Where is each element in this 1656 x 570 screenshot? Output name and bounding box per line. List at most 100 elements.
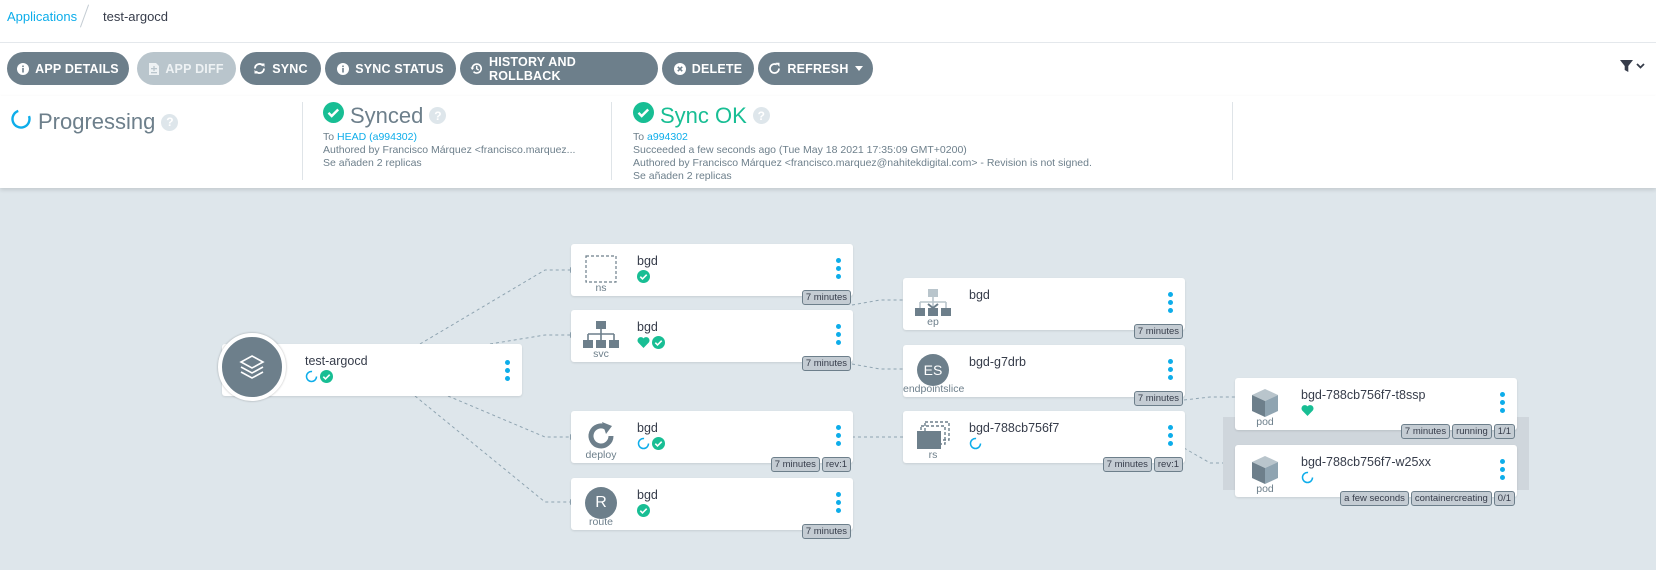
node-name: bgd <box>637 488 658 502</box>
node-pod-bgd-788cb756f7-t8ssp[interactable]: pod bgd-788cb756f7-t8ssp 7 minutes runni… <box>1235 378 1517 439</box>
node-tags: 7 minutes <box>1133 324 1183 339</box>
refresh-label: REFRESH <box>787 61 849 76</box>
phase-tag: containercreating <box>1410 491 1492 506</box>
app-details-button[interactable]: APP DETAILS <box>7 52 129 85</box>
caret-down-icon <box>854 66 863 71</box>
node-tags: 7 minutes running 1/1 <box>1400 424 1515 439</box>
node-menu-button[interactable] <box>836 324 841 345</box>
node-ns-bgd[interactable]: ns bgd 7 minutes <box>571 244 853 305</box>
breadcrumb-current: test-argocd <box>103 9 169 24</box>
route-icon: R <box>583 487 619 519</box>
node-kind: deploy <box>585 449 617 461</box>
age-tag: 7 minutes <box>1133 391 1183 406</box>
filter-icon <box>1620 60 1645 72</box>
sync-button[interactable]: SYNC <box>240 52 321 85</box>
delete-button[interactable]: DELETE <box>662 52 754 85</box>
operation-succeeded-text: Succeeded a few seconds ago (Tue May 18 … <box>633 144 967 156</box>
node-kind: ns <box>595 282 607 294</box>
node-menu-button[interactable] <box>836 258 841 279</box>
node-tags: 7 minutes <box>1133 391 1183 406</box>
synced-check-icon <box>323 102 344 129</box>
replicaset-icon <box>915 420 951 452</box>
node-ep-bgd[interactable]: ep bgd 7 minutes <box>903 278 1185 339</box>
namespace-icon <box>583 253 619 285</box>
route-icon-letter: R <box>585 487 617 519</box>
node-name: bgd-788cb756f7-w25xx <box>1301 455 1431 469</box>
node-menu-button[interactable] <box>1168 425 1173 446</box>
refresh-icon <box>768 62 781 75</box>
node-name: bgd-788cb756f7 <box>969 421 1060 435</box>
node-tags: 7 minutes <box>801 356 851 371</box>
breadcrumb-applications-link[interactable]: Applications <box>7 9 77 24</box>
node-name: bgd <box>637 320 658 334</box>
top-bar: Applications test-argocd <box>0 0 1656 43</box>
node-tags: 7 minutes <box>801 524 851 539</box>
node-menu-button[interactable] <box>836 425 841 446</box>
info-icon <box>337 62 350 75</box>
help-icon[interactable]: ? <box>161 113 179 131</box>
operation-status-label: Sync OK <box>660 102 747 128</box>
help-icon[interactable]: ? <box>752 107 770 124</box>
age-tag: 7 minutes <box>1102 457 1152 472</box>
sync-icon <box>253 62 266 75</box>
operation-revision-link[interactable]: a994302 <box>647 131 688 143</box>
sync-status-label: SYNC STATUS <box>355 61 444 76</box>
filter-dropdown[interactable] <box>1620 59 1646 76</box>
synced-icon <box>652 437 665 450</box>
sync-commit-message: Se añaden 2 replicas <box>323 157 422 169</box>
node-pod-bgd-788cb756f7-w25xx[interactable]: pod bgd-788cb756f7-w25xx a few seconds c… <box>1235 445 1517 506</box>
node-deploy-bgd[interactable]: deploy bgd 7 minutes rev:1 <box>571 411 853 472</box>
pod-cube-icon <box>1247 454 1283 486</box>
sync-revision-link[interactable]: HEAD (a994302) <box>337 131 417 143</box>
revision-tag: rev:1 <box>821 457 851 472</box>
progressing-icon <box>1301 471 1314 484</box>
synced-icon <box>652 336 665 349</box>
sync-status-button[interactable]: SYNC STATUS <box>325 52 456 85</box>
operation-author: Authored by Francisco Márquez <francisco… <box>633 157 1092 169</box>
breadcrumb-separator <box>79 4 90 28</box>
application-node[interactable]: test-argocd <box>218 333 522 401</box>
delete-label: DELETE <box>691 61 743 76</box>
sync-to-prefix: To <box>323 131 335 143</box>
operation-to-prefix: To <box>633 131 645 143</box>
sync-author: Authored by Francisco Márquez <francisco… <box>323 144 576 156</box>
age-tag: a few seconds <box>1340 491 1409 506</box>
age-tag: 7 minutes <box>1400 424 1451 439</box>
node-endpointslice-bgd-g7drb[interactable]: ES endpointslice bgd-g7drb 7 minutes <box>903 345 1185 406</box>
node-menu-button[interactable] <box>836 492 841 513</box>
application-menu-button[interactable] <box>505 360 510 381</box>
node-menu-button[interactable] <box>1168 359 1173 380</box>
node-name: bgd-g7drb <box>969 355 1026 369</box>
node-menu-button[interactable] <box>1500 392 1505 413</box>
service-icon <box>583 319 619 351</box>
status-panel: Progressing ? Synced ? To HEAD (a994302)… <box>0 96 1656 188</box>
progressing-icon <box>305 370 318 383</box>
close-circle-icon <box>673 62 686 75</box>
endpoints-icon <box>915 287 951 319</box>
node-kind: pod <box>1256 416 1274 428</box>
node-svc-bgd[interactable]: svc bgd 7 minutes <box>571 310 853 371</box>
history-and-rollback-button[interactable]: HISTORY AND ROLLBACK <box>460 52 658 85</box>
node-rs-bgd-788cb756f7[interactable]: rs bgd-788cb756f7 7 minutes rev:1 <box>903 411 1185 472</box>
node-kind: endpointslice <box>903 383 965 395</box>
node-menu-button[interactable] <box>1168 292 1173 313</box>
node-tags: 7 minutes rev:1 <box>1102 457 1183 472</box>
refresh-button[interactable]: REFRESH <box>758 52 873 85</box>
sync-label: SYNC <box>272 61 308 76</box>
revision-tag: rev:1 <box>1153 457 1183 472</box>
node-route-bgd[interactable]: R route bgd 7 minutes <box>571 478 853 539</box>
toolbar: APP DETAILS APP DIFF SYNC SYNC STATUS HI… <box>0 43 1656 95</box>
age-tag: 7 minutes <box>801 356 851 371</box>
app-details-label: APP DETAILS <box>35 61 119 76</box>
status-divider <box>1232 102 1234 180</box>
endpointslice-icon-letters: ES <box>917 354 949 386</box>
app-diff-button[interactable]: APP DIFF <box>137 52 236 85</box>
help-icon[interactable]: ? <box>429 107 447 124</box>
sync-status-label-big: Synced <box>350 102 424 128</box>
node-menu-button[interactable] <box>1500 459 1505 480</box>
application-layers-icon <box>218 333 286 401</box>
resource-tree-canvas[interactable]: test-argocd ns bgd 7 minutes svc bgd 7 m… <box>0 188 1656 570</box>
application-status-icons <box>305 370 333 383</box>
age-tag: 7 minutes <box>770 457 820 472</box>
operation-status-section: Sync OK ? To a994302 Succeeded a few sec… <box>611 102 1253 182</box>
